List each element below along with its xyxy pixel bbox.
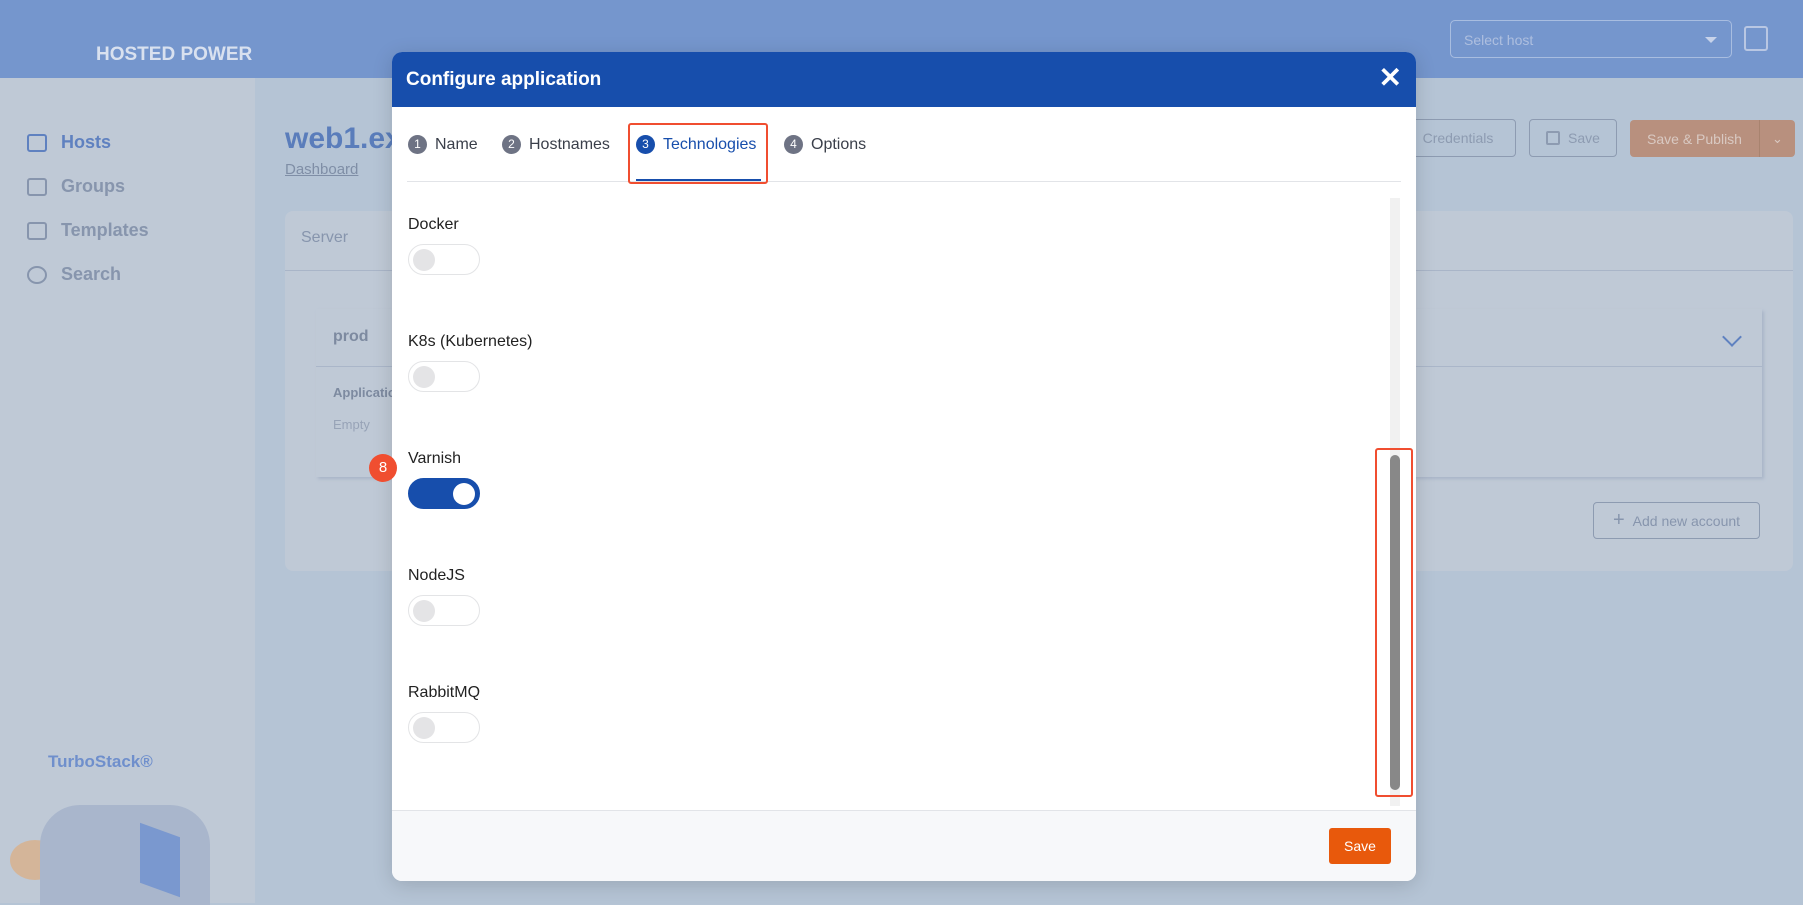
annotation-badge: 8	[369, 454, 397, 482]
floppy-icon	[1546, 131, 1561, 145]
add-account-button[interactable]: + Add new account	[1593, 502, 1760, 539]
button-label: Add new account	[1632, 512, 1741, 529]
toggle-knob	[413, 249, 435, 271]
close-icon[interactable]: ✕	[1379, 64, 1402, 92]
caret-down-icon	[1705, 37, 1717, 43]
server-icon	[27, 133, 47, 152]
varnish-toggle[interactable]	[408, 478, 480, 509]
docker-toggle[interactable]	[408, 244, 480, 275]
highlight-box	[1375, 448, 1413, 797]
tech-rabbitmq: RabbitMQ	[408, 684, 480, 743]
tab-name[interactable]: 1 Name	[408, 135, 478, 154]
tech-varnish: Varnish	[408, 450, 480, 509]
brand-label: TurboStack®	[48, 752, 153, 771]
sidebar-item-search[interactable]: Search	[27, 264, 121, 285]
dialog-title: Configure application	[406, 69, 602, 90]
logo[interactable]: HOSTED POWER	[96, 44, 252, 66]
empty-text: Empty	[333, 417, 370, 432]
sidebar-item-label: Groups	[61, 176, 126, 196]
configure-application-dialog: Configure application ✕ 1 Name 2 Hostnames …	[392, 52, 1416, 881]
sidebar-item-label: Search	[61, 264, 122, 284]
save-publish-button[interactable]: Save & Publish	[1630, 120, 1759, 157]
breadcrumb-dashboard[interactable]: Dashboard	[285, 161, 358, 178]
tab-label: Options	[811, 135, 867, 153]
tech-label: RabbitMQ	[408, 684, 481, 701]
tab-hostnames[interactable]: 2 Hostnames	[502, 135, 610, 154]
rocket-server-illustration	[40, 805, 210, 905]
sidebar-item-templates[interactable]: Templates	[27, 220, 149, 241]
tab-server[interactable]: Server	[301, 229, 348, 247]
host-select[interactable]: Select host	[1450, 20, 1732, 58]
button-label: Credentials	[1422, 130, 1494, 146]
tech-label: NodeJS	[408, 567, 465, 584]
tech-label: Docker	[408, 216, 459, 233]
dialog-header: Configure application ✕	[392, 52, 1416, 107]
step-number: 4	[784, 135, 803, 154]
layers-icon	[27, 177, 47, 196]
dialog-footer	[392, 810, 1416, 881]
plus-icon: +	[1612, 509, 1625, 531]
save-button[interactable]: Save	[1529, 119, 1617, 157]
tech-label: Varnish	[408, 450, 462, 467]
page-title: web1.ex	[285, 122, 402, 155]
tech-label: K8s (Kubernetes)	[408, 333, 533, 350]
nodejs-toggle[interactable]	[408, 595, 480, 626]
env-name: prod	[333, 328, 369, 345]
toggle-knob	[413, 717, 435, 739]
step-number: 1	[408, 135, 427, 154]
highlight-box	[628, 123, 768, 184]
chevron-down-icon[interactable]: ⌄	[1759, 120, 1795, 157]
sidebar-item-groups[interactable]: Groups	[27, 176, 125, 197]
tech-nodejs: NodeJS	[408, 567, 480, 626]
rabbitmq-toggle[interactable]	[408, 712, 480, 743]
tab-label: Name	[435, 135, 478, 153]
tabs-divider	[407, 181, 1401, 182]
sidebar-item-label: Templates	[61, 220, 149, 240]
toggle-knob	[413, 600, 435, 622]
button-label: Save	[1568, 130, 1600, 146]
sidebar-item-label: Hosts	[61, 132, 112, 152]
host-select-placeholder: Select host	[1464, 32, 1534, 48]
credentials-button[interactable]: Credentials	[1400, 119, 1516, 157]
toggle-knob	[413, 366, 435, 388]
k8s-toggle[interactable]	[408, 361, 480, 392]
tab-label: Hostnames	[529, 135, 610, 153]
dialog-save-button[interactable]: Save	[1329, 828, 1391, 864]
document-icon	[27, 221, 47, 240]
toggle-knob	[453, 483, 475, 505]
applications-label: Applicatio	[333, 385, 396, 400]
tech-k8s: K8s (Kubernetes)	[408, 333, 533, 392]
tab-options[interactable]: 4 Options	[784, 135, 866, 154]
user-profile-icon[interactable]	[1744, 26, 1768, 51]
step-number: 2	[502, 135, 521, 154]
sidebar: Hosts Groups Templates Search	[0, 78, 255, 903]
search-icon	[27, 265, 47, 284]
tech-docker: Docker	[408, 216, 480, 275]
sidebar-item-hosts[interactable]: Hosts	[27, 132, 111, 153]
